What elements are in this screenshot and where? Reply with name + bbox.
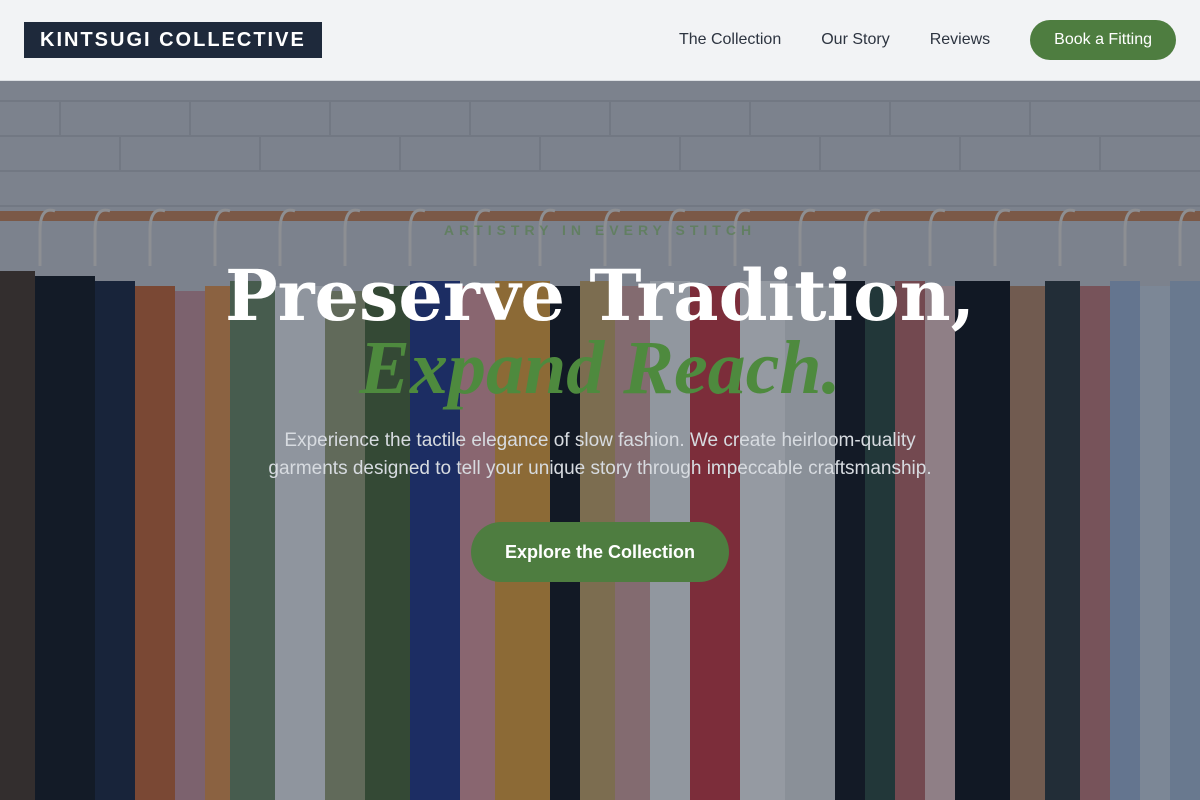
nav-link-collection[interactable]: The Collection	[679, 31, 781, 49]
book-fitting-button[interactable]: Book a Fitting	[1030, 20, 1176, 60]
nav-link-reviews[interactable]: Reviews	[930, 31, 990, 49]
hero-eyebrow: ARTISTRY IN EVERY STITCH	[443, 222, 757, 238]
hero-headline-line2: Expand Reach.	[359, 326, 841, 410]
hero-subtitle: Experience the tactile elegance of slow …	[268, 430, 932, 479]
brand-logo[interactable]: KINTSUGI COLLECTIVE	[24, 22, 322, 58]
site-header: KINTSUGI COLLECTIVE The Collection Our S…	[0, 0, 1200, 81]
main-nav: The Collection Our Story Reviews	[679, 31, 990, 49]
nav-link-our-story[interactable]: Our Story	[821, 31, 889, 49]
hero-content: ARTISTRY IN EVERY STITCH Preserve Tradit…	[0, 81, 1200, 800]
explore-collection-button[interactable]: Explore the Collection	[471, 522, 729, 582]
hero-section: ARTISTRY IN EVERY STITCH Preserve Tradit…	[0, 81, 1200, 800]
